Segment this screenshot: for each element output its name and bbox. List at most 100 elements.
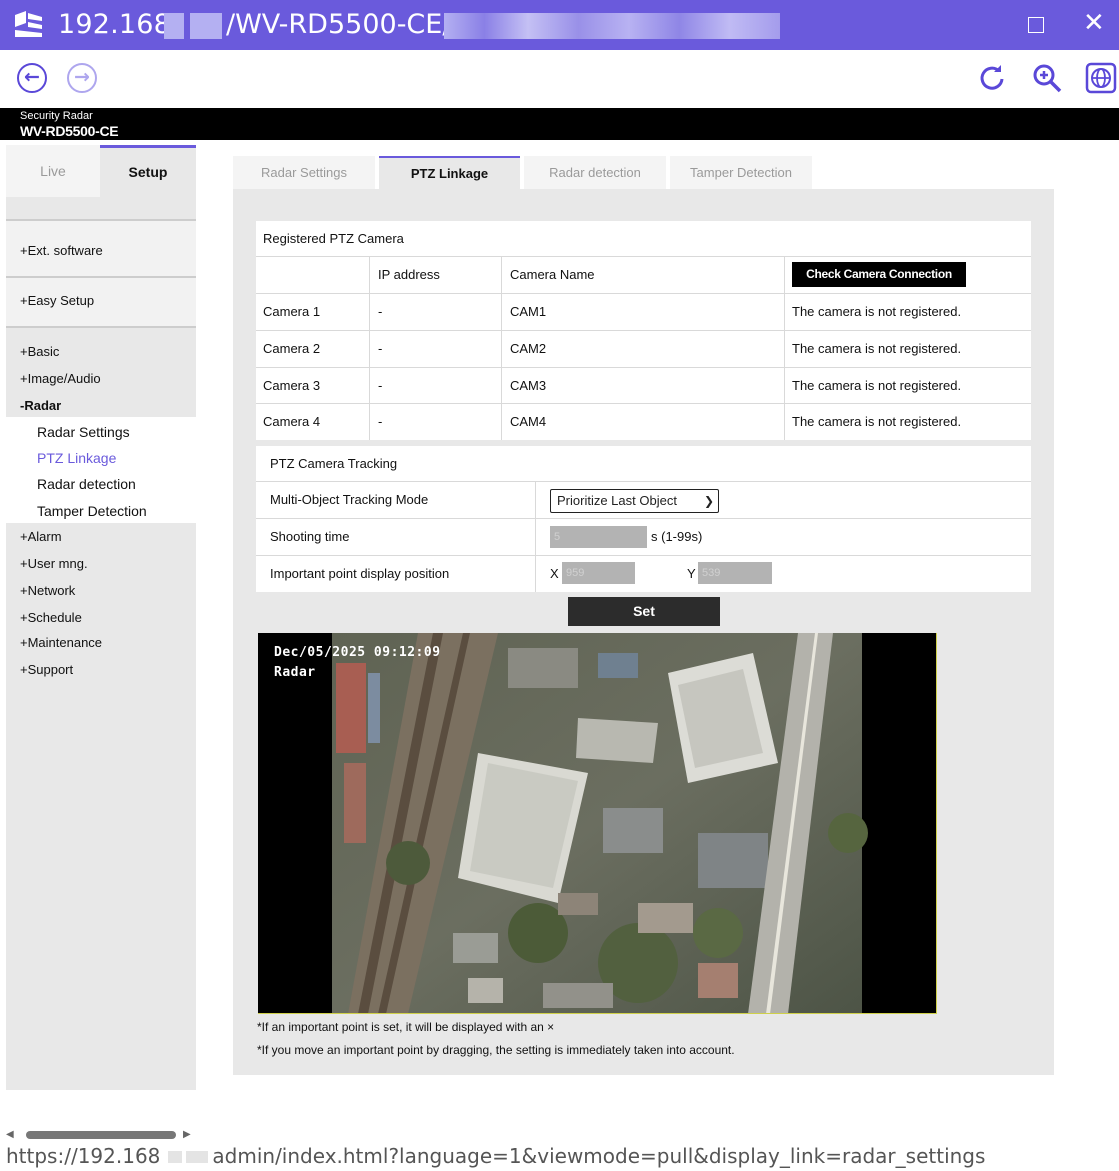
table-row-name: CAM3: [510, 378, 547, 393]
scroll-left-icon[interactable]: ◀: [6, 1129, 14, 1140]
product-subtitle: Security Radar: [20, 110, 93, 122]
sidebar-item-ext-software[interactable]: +Ext. software: [20, 243, 103, 258]
redacted-block: [186, 1151, 209, 1163]
sidebar-item-maintenance[interactable]: +Maintenance: [20, 635, 102, 650]
table-row-label: Camera 1: [263, 304, 321, 319]
maximize-icon[interactable]: [1028, 17, 1044, 33]
y-position-input[interactable]: 539: [698, 562, 772, 584]
video-timestamp: Dec/05/2025 09:12:09: [274, 645, 441, 660]
shooting-time-label: Shooting time: [270, 529, 350, 544]
sidebar-divider: [6, 326, 196, 328]
chevron-down-icon: ❯: [703, 494, 714, 508]
redacted-block: [190, 13, 222, 39]
sidebar-item-easy-setup[interactable]: +Easy Setup: [20, 293, 94, 308]
product-header: Security Radar WV-RD5500-CE: [0, 108, 1119, 140]
table-row-status: The camera is not registered.: [792, 341, 962, 356]
scroll-right-icon[interactable]: ▶: [183, 1129, 191, 1140]
table-row-status: The camera is not registered.: [792, 414, 962, 429]
sidebar-item-user-mng[interactable]: +User mng.: [20, 556, 88, 571]
redacted-block: [168, 1151, 183, 1163]
status-url-suffix: admin/index.html?language=1&viewmode=pul…: [212, 1144, 986, 1168]
globe-icon[interactable]: [1085, 62, 1117, 94]
back-icon[interactable]: ←: [17, 63, 47, 93]
radar-camera-view[interactable]: Dec/05/2025 09:12:09 Radar: [258, 633, 937, 1014]
product-model: WV-RD5500-CE: [20, 123, 119, 139]
sidebar: +Ext. software +Easy Setup +Basic +Image…: [6, 197, 196, 1090]
table-divider: [369, 256, 370, 440]
redacted-block: [444, 13, 780, 39]
check-camera-connection-button[interactable]: Check Camera Connection: [792, 262, 966, 287]
table-divider: [256, 518, 1031, 519]
table-row-label: Camera 3: [263, 378, 321, 393]
tab-radar-detection[interactable]: Radar detection: [524, 156, 666, 190]
window-title-host: 192.168: [58, 9, 172, 40]
tab-setup[interactable]: Setup: [100, 145, 196, 197]
sidebar-subitem-ptz-linkage[interactable]: PTZ Linkage: [37, 450, 116, 466]
note-drag-point: *If you move an important point by dragg…: [257, 1043, 735, 1057]
table-divider: [256, 367, 1031, 368]
table-row-name: CAM1: [510, 304, 547, 319]
table-row-label: Camera 2: [263, 341, 321, 356]
table-row-label: Camera 4: [263, 414, 321, 429]
column-header-ip: IP address: [378, 267, 440, 282]
sidebar-group-easy: +Easy Setup: [6, 276, 196, 326]
table-divider: [256, 256, 1031, 257]
table-row-status: The camera is not registered.: [792, 304, 962, 319]
mode-tabs: Live Setup: [6, 145, 196, 197]
x-label: X: [550, 566, 559, 581]
table-row-ip: -: [378, 341, 383, 356]
note-important-point: *If an important point is set, it will b…: [257, 1020, 555, 1034]
x-position-input[interactable]: 959: [562, 562, 635, 584]
table-row-ip: -: [378, 414, 383, 429]
sidebar-item-support[interactable]: +Support: [20, 662, 73, 677]
sidebar-group-ext: +Ext. software: [6, 219, 196, 276]
table-divider: [256, 403, 1031, 404]
table-divider: [784, 256, 785, 440]
tab-ptz-linkage[interactable]: PTZ Linkage: [379, 156, 520, 190]
table-divider: [256, 293, 1031, 294]
sidebar-item-schedule[interactable]: +Schedule: [20, 610, 82, 625]
column-header-name: Camera Name: [510, 267, 595, 282]
status-url-prefix: https://192.168: [6, 1144, 161, 1168]
table-divider: [501, 256, 502, 440]
video-label: Radar: [274, 665, 316, 680]
table-divider: [256, 330, 1031, 331]
table-row-name: CAM4: [510, 414, 547, 429]
tracking-mode-select[interactable]: Prioritize Last Object ❯: [550, 489, 719, 513]
scrollbar-thumb[interactable]: [26, 1131, 176, 1139]
app-icon: [15, 11, 42, 37]
window-title-path: /WV-RD5500-CE/: [226, 9, 452, 40]
sidebar-item-basic[interactable]: +Basic: [20, 344, 59, 359]
refresh-icon[interactable]: [977, 63, 1007, 93]
tracking-mode-label: Multi-Object Tracking Mode: [270, 492, 429, 507]
sidebar-subitem-radar-settings[interactable]: Radar Settings: [37, 424, 130, 440]
table-row-ip: -: [378, 304, 383, 319]
sidebar-item-alarm[interactable]: +Alarm: [20, 529, 62, 544]
tab-live[interactable]: Live: [6, 145, 100, 197]
ptz-tracking-title: PTZ Camera Tracking: [270, 456, 398, 471]
sidebar-item-network[interactable]: +Network: [20, 583, 75, 598]
horizontal-scrollbar[interactable]: ◀ ▶: [6, 1129, 191, 1141]
table-divider: [256, 555, 1031, 556]
forward-icon[interactable]: →: [67, 63, 97, 93]
shooting-time-unit: s (1-99s): [651, 529, 703, 544]
sidebar-subitem-radar-detection[interactable]: Radar detection: [37, 476, 136, 492]
table-row-ip: -: [378, 378, 383, 393]
registered-camera-title: Registered PTZ Camera: [263, 231, 404, 246]
table-row-name: CAM2: [510, 341, 547, 356]
table-row-status: The camera is not registered.: [792, 378, 962, 393]
tab-radar-settings[interactable]: Radar Settings: [233, 156, 375, 190]
sidebar-subitem-tamper-detection[interactable]: Tamper Detection: [37, 503, 147, 519]
sidebar-item-image-audio[interactable]: +Image/Audio: [20, 371, 101, 386]
sidebar-item-radar[interactable]: -Radar: [20, 398, 61, 413]
close-icon[interactable]: ✕: [1083, 8, 1105, 38]
set-button[interactable]: Set: [568, 597, 720, 626]
zoom-in-icon[interactable]: [1031, 62, 1063, 94]
redacted-block: [164, 13, 184, 39]
shooting-time-input[interactable]: 5: [550, 526, 647, 548]
radar-submenu: Radar Settings PTZ Linkage Radar detecti…: [6, 417, 196, 523]
tracking-mode-value: Prioritize Last Object: [557, 493, 677, 508]
table-divider: [535, 481, 536, 592]
tab-tamper-detection[interactable]: Tamper Detection: [670, 156, 812, 190]
window-titlebar: 192.168 /WV-RD5500-CE/ ✕: [0, 0, 1119, 50]
